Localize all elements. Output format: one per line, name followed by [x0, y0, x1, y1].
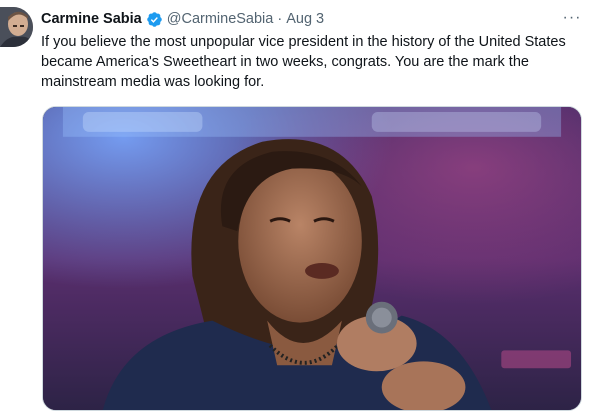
author-handle[interactable]: @CarmineSabia	[167, 11, 274, 27]
tweet[interactable]: Carmine Sabia @CarmineSabia · Aug 3 ··· …	[0, 0, 590, 416]
more-options-icon[interactable]: ···	[562, 8, 582, 28]
avatar[interactable]	[0, 7, 33, 47]
tweet-header: Carmine Sabia @CarmineSabia · Aug 3	[41, 9, 324, 29]
verified-badge-icon	[146, 11, 163, 28]
tweet-text: If you believe the most unpopular vice p…	[41, 34, 566, 90]
separator-dot: ·	[277, 11, 283, 27]
photo-icon	[43, 107, 581, 410]
tweet-photo[interactable]	[42, 106, 582, 411]
tweet-date[interactable]: Aug 3	[286, 11, 324, 27]
author-name[interactable]: Carmine Sabia	[41, 11, 142, 27]
